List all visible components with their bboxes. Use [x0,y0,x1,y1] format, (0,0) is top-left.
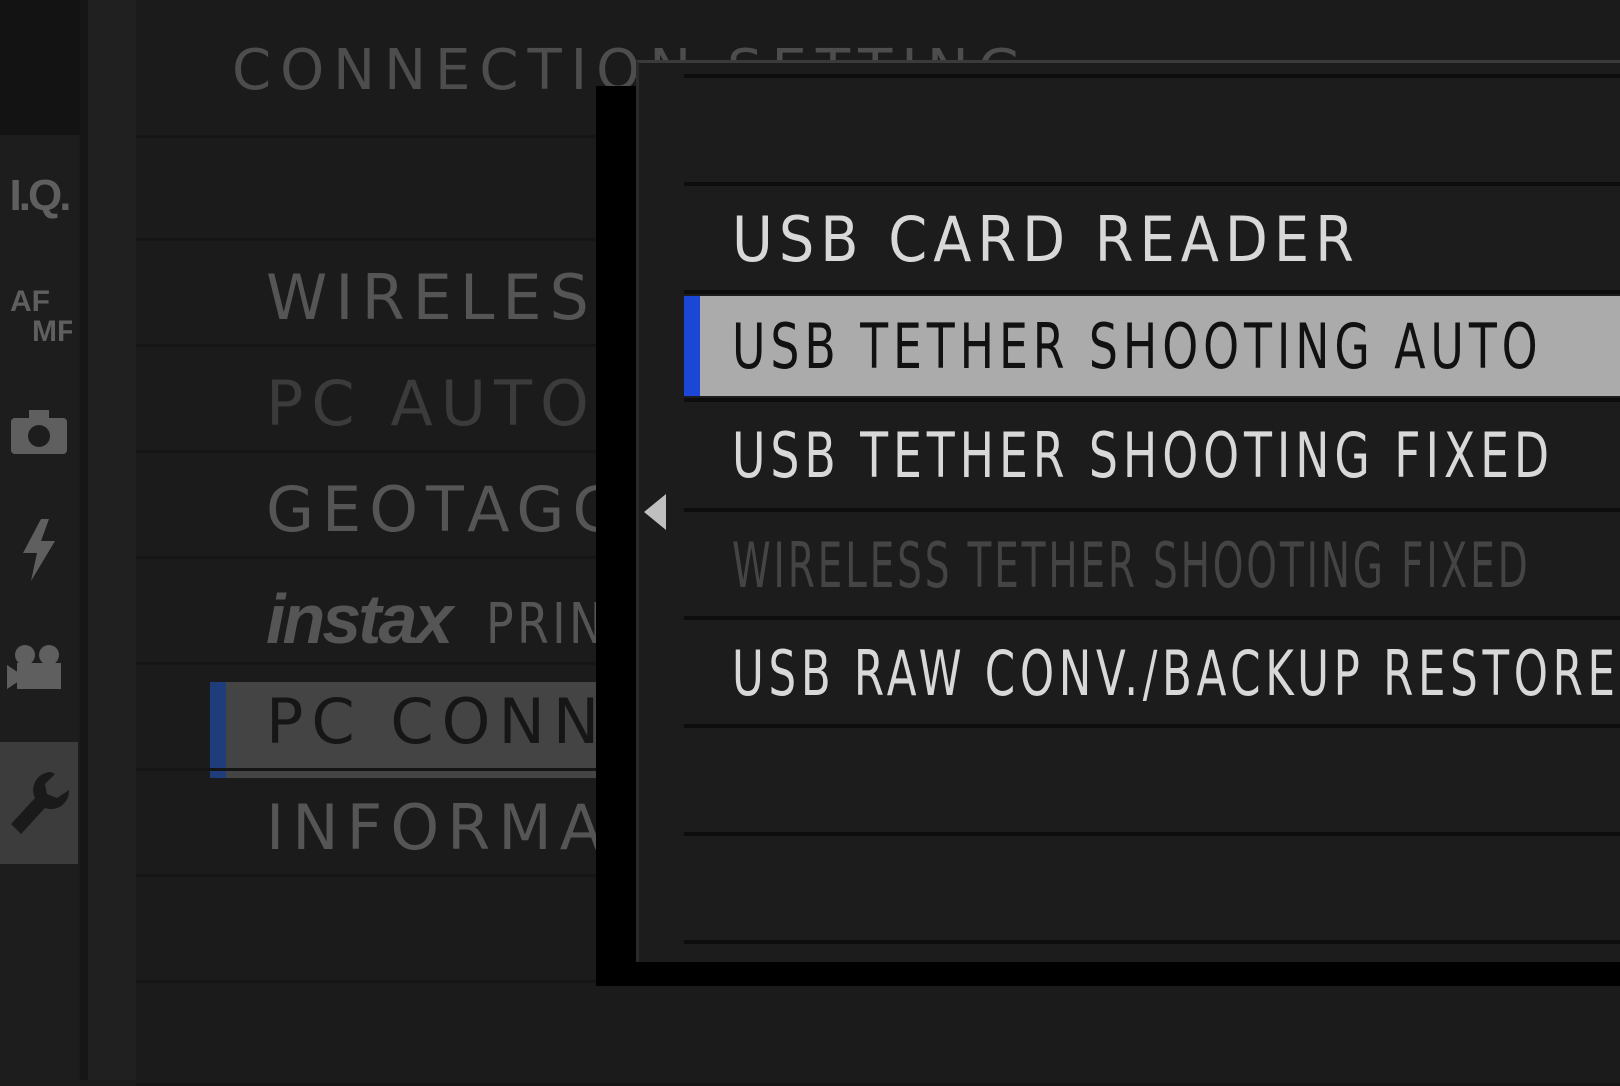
wrench-tab-icon[interactable] [0,742,78,864]
camera-tab-icon[interactable] [0,371,78,493]
iq-tab-icon[interactable]: I.Q. [0,135,78,257]
menu-item-label: GEOTAGG [266,473,629,546]
option-wireless-tether-shooting-fixed: WIRELESS TETHER SHOOTING FIXED [684,512,1620,616]
movie-tab-icon[interactable] [0,607,78,729]
option-usb-tether-shooting-auto[interactable]: USB TETHER SHOOTING AUTO [684,296,1620,396]
af-mf-glyph: AF MF [10,285,72,348]
option-label: USB CARD READER [732,203,1360,276]
strip-divider [80,0,88,1080]
option-label: USB TETHER SHOOTING AUTO [732,310,1543,383]
movie-camera-icon [7,645,61,689]
svg-text:AF: AF [10,285,50,318]
strip-gutter [88,0,136,1080]
instax-logo: instax [266,580,453,658]
flash-tab-icon[interactable] [0,489,78,611]
menu-item-label: WIRELESS [266,261,645,334]
divider [684,74,1620,78]
divider [684,724,1620,728]
option-usb-raw-conv-backup-restore[interactable]: USB RAW CONV./BACKUP RESTORE [684,620,1620,724]
svg-text:MF: MF [32,315,72,348]
camera-icon [11,410,67,454]
option-label: USB RAW CONV./BACKUP RESTORE [732,637,1620,710]
menu-tab-strip: I.Q. AF MF [0,135,78,1080]
option-usb-card-reader[interactable]: USB CARD READER [684,186,1620,290]
lightning-icon [23,519,55,581]
option-usb-tether-shooting-fixed[interactable]: USB TETHER SHOOTING FIXED [684,402,1620,506]
divider [684,832,1620,836]
af-mf-tab-icon[interactable]: AF MF [0,253,78,375]
back-arrow-icon[interactable] [644,494,666,530]
selection-indicator [684,296,700,396]
menu-item-label: INFORMA [266,791,611,864]
divider [684,290,1620,294]
list-empty-row [136,980,1620,1086]
option-label: WIRELESS TETHER SHOOTING FIXED [732,529,1531,602]
strip-header [0,0,80,135]
divider [684,940,1620,944]
option-label: USB TETHER SHOOTING FIXED [732,419,1555,492]
wrench-icon [11,772,70,834]
